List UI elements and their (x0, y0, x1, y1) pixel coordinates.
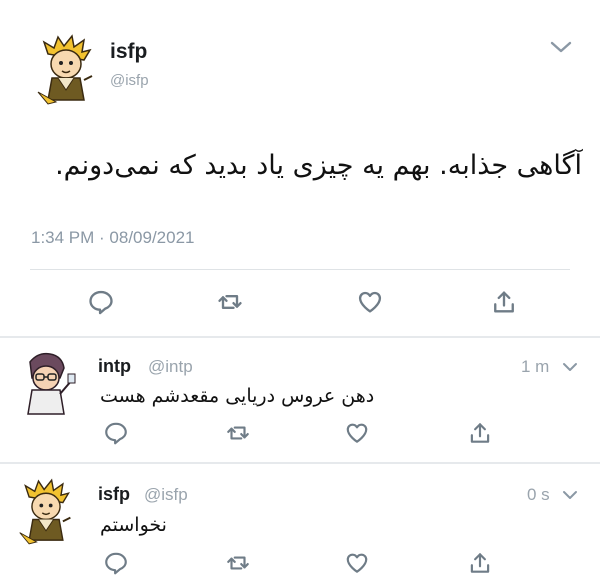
reply-icon (105, 552, 127, 575)
tweet-separator (0, 336, 600, 338)
like-button[interactable] (344, 550, 370, 576)
reply-icon (105, 422, 127, 445)
retweet-icon (227, 556, 249, 570)
avatar[interactable] (16, 350, 76, 418)
tweet-menu-button[interactable] (562, 489, 578, 501)
retweet-button[interactable] (225, 550, 251, 576)
share-button[interactable] (467, 420, 493, 446)
like-icon (346, 553, 368, 573)
cartoon-avatar-icon (37, 34, 93, 105)
author-name[interactable]: isfp (98, 484, 130, 505)
author-handle[interactable]: @isfp (144, 485, 188, 505)
cartoon-avatar-icon (19, 478, 71, 545)
reply-button[interactable] (87, 288, 115, 316)
reply-button[interactable] (103, 550, 129, 576)
like-button[interactable] (356, 288, 384, 316)
retweet-icon (227, 426, 249, 440)
like-icon (346, 423, 368, 443)
tweet-timestamp[interactable]: 1 m (521, 357, 549, 377)
reply-button[interactable] (103, 420, 129, 446)
author-name[interactable]: isfp (110, 40, 147, 64)
avatar[interactable] (16, 478, 76, 546)
share-button[interactable] (467, 550, 493, 576)
tweet-separator (0, 462, 600, 464)
tweet-text: دهن عروس دریایی مقعدشم هست (100, 385, 375, 407)
share-button[interactable] (490, 288, 518, 316)
like-button[interactable] (344, 420, 370, 446)
chevron-down-icon (563, 363, 577, 371)
tweet-text: آگاهی جذابه. بهم یه چیزی یاد بدید که نمی… (55, 150, 582, 181)
retweet-icon (218, 295, 242, 309)
like-icon (358, 291, 382, 313)
tweet-timestamp[interactable]: 0 s (527, 485, 550, 505)
tweet-menu-button[interactable] (549, 38, 573, 56)
share-icon (470, 553, 490, 573)
tweet-timestamp[interactable]: 1:34 PM · 08/09/2021 (31, 228, 195, 248)
reply-icon (89, 290, 113, 315)
tweet-text: نخواستم (100, 514, 167, 536)
author-handle[interactable]: @isfp (110, 72, 149, 89)
tweet-menu-button[interactable] (562, 361, 578, 373)
share-icon (494, 291, 514, 313)
retweet-button[interactable] (216, 288, 244, 316)
avatar[interactable] (34, 34, 98, 106)
share-icon (470, 423, 490, 443)
retweet-button[interactable] (225, 420, 251, 446)
author-handle[interactable]: @intp (148, 357, 193, 377)
chevron-down-icon (550, 41, 572, 53)
author-name[interactable]: intp (98, 356, 131, 377)
divider (30, 269, 570, 270)
cartoon-avatar-icon (27, 352, 76, 415)
chevron-down-icon (563, 491, 577, 499)
